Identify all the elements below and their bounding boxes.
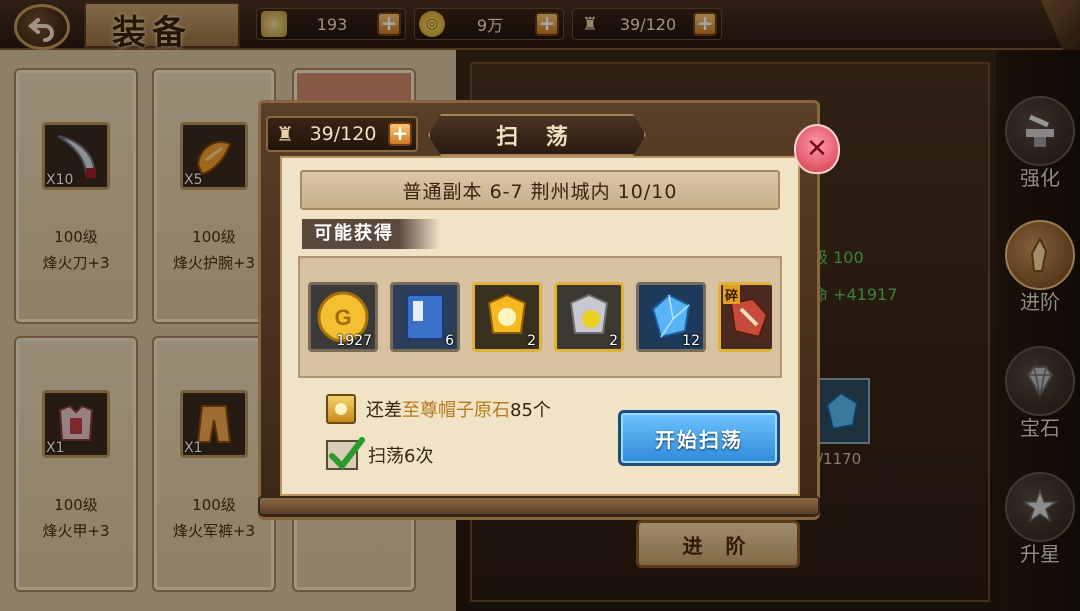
- close-icon: ✕: [806, 134, 828, 164]
- stamina-icon: ♜: [276, 122, 294, 146]
- dialog-scroll-bar: [258, 496, 820, 516]
- drop-qty: 2: [609, 333, 618, 349]
- drop-item[interactable]: 碎: [718, 282, 772, 352]
- sweep-times-row[interactable]: 扫荡6次: [326, 437, 434, 471]
- drop-item[interactable]: 6: [390, 282, 460, 352]
- drop-qty: 1927: [336, 333, 372, 349]
- requirement-prefix: 还差: [366, 400, 402, 421]
- stage-info: 普通副本 6-7 荆州城内 10/10: [300, 170, 780, 210]
- drop-qty: 12: [682, 333, 700, 349]
- dialog-title-plate: 扫 荡: [428, 114, 646, 156]
- fragment-tag: 碎: [723, 285, 741, 304]
- gold-helmet-stone-icon: [326, 394, 356, 424]
- sweep-checkbox[interactable]: [326, 437, 365, 471]
- start-sweep-button[interactable]: 开始扫荡: [618, 410, 780, 466]
- requirement-item: 至尊帽子原石: [402, 400, 510, 421]
- checkmark-icon: [329, 437, 365, 471]
- drops-label: 可能获得: [302, 219, 440, 249]
- drop-item[interactable]: 2: [472, 282, 542, 352]
- svg-text:G: G: [334, 305, 351, 330]
- dialog-title: 扫 荡: [496, 125, 578, 150]
- requirement-suffix: 85个: [510, 400, 551, 421]
- drop-item[interactable]: 12: [636, 282, 706, 352]
- dialog-add-stamina-button[interactable]: +: [388, 122, 412, 146]
- drop-qty: 6: [445, 333, 454, 349]
- sweep-times-label: 扫荡6次: [368, 446, 434, 467]
- drop-item[interactable]: G 1927: [308, 282, 378, 352]
- drop-qty: 2: [527, 333, 536, 349]
- close-button[interactable]: ✕: [794, 124, 840, 174]
- dialog-stamina: ♜ 39/120 +: [266, 116, 418, 152]
- dialog-stamina-value: 39/120: [309, 123, 377, 145]
- drop-item[interactable]: 2: [554, 282, 624, 352]
- requirement-row: 还差 至尊帽子原石 85个: [326, 394, 551, 424]
- game-screen: 装备 193 + ◎ 9万 + ♜ 39/120 + X10 100级 烽火刀+…: [0, 0, 1080, 611]
